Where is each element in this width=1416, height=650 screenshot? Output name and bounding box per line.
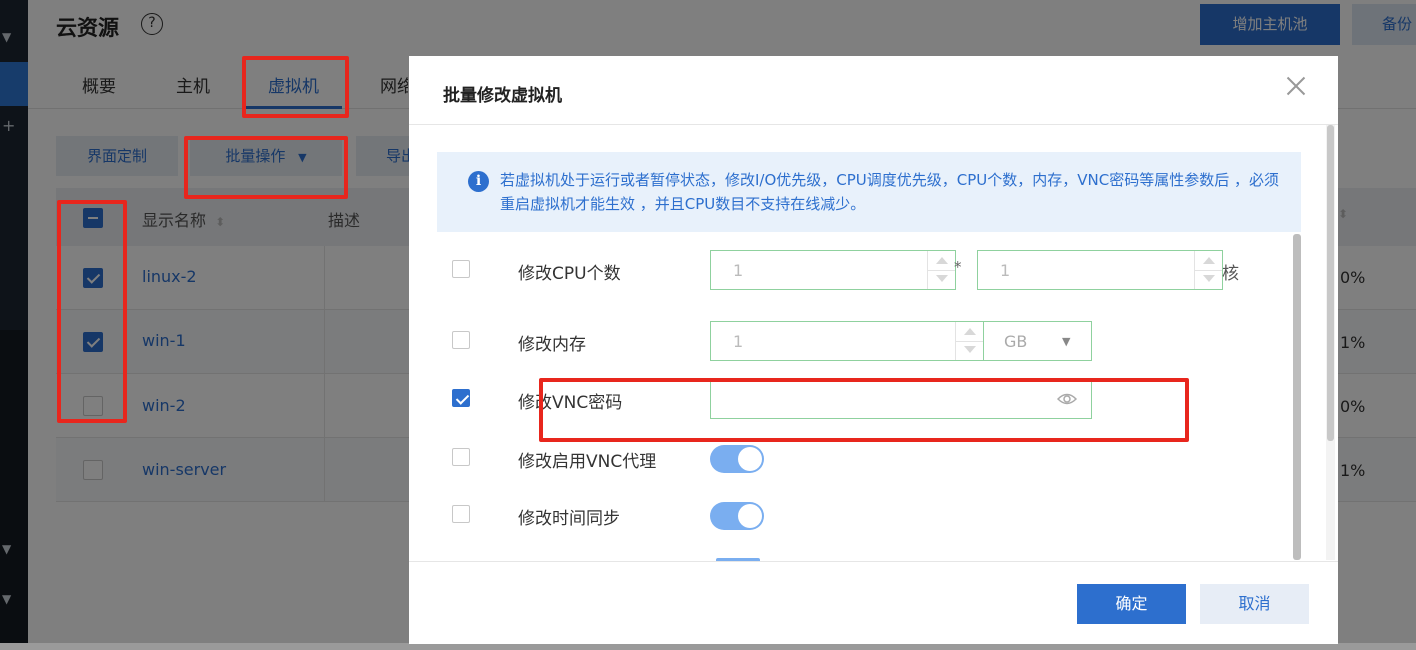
cpu-sockets-input[interactable]: 1 xyxy=(710,250,956,290)
annotation-highlight xyxy=(242,56,349,118)
chevron-down-icon: ▼ xyxy=(1062,335,1071,348)
memory-input[interactable]: 1 xyxy=(710,321,984,361)
info-icon: i xyxy=(468,171,489,192)
cpu-sockets-value: 1 xyxy=(733,261,744,280)
dialog-title: 批量修改虚拟机 xyxy=(443,86,562,106)
memory-value: 1 xyxy=(733,332,744,351)
close-icon[interactable] xyxy=(1284,74,1308,98)
info-notice-text: 若虚拟机处于运行或者暂停状态，修改I/O优先级，CPU调度优先级，CPU个数，内… xyxy=(500,171,1280,213)
confirm-button[interactable]: 确定 xyxy=(1077,584,1186,624)
cpu-cores-input[interactable]: 1 xyxy=(977,250,1223,290)
dialog-divider xyxy=(409,124,1338,125)
modify-cpu-label: 修改CPU个数 xyxy=(518,264,621,284)
cpu-cores-value: 1 xyxy=(1000,261,1011,280)
modify-cpu-checkbox[interactable] xyxy=(452,260,470,278)
modify-memory-checkbox[interactable] xyxy=(452,331,470,349)
modify-vnc-password-checkbox[interactable] xyxy=(452,389,470,407)
cpu-sockets-stepper[interactable] xyxy=(927,251,955,289)
modify-time-sync-checkbox[interactable] xyxy=(452,505,470,523)
modify-time-sync-label: 修改时间同步 xyxy=(518,509,620,529)
modify-vnc-proxy-label: 修改启用VNC代理 xyxy=(518,452,657,472)
multiply-sign: * xyxy=(954,258,962,276)
time-sync-toggle[interactable] xyxy=(710,502,764,530)
form-scrollbar[interactable] xyxy=(1293,234,1301,560)
modify-memory-label: 修改内存 xyxy=(518,335,586,355)
annotation-highlight xyxy=(539,378,1189,442)
annotation-highlight xyxy=(57,200,127,423)
memory-stepper[interactable] xyxy=(955,322,983,360)
cpu-cores-stepper[interactable] xyxy=(1194,251,1222,289)
memory-unit-select[interactable]: GB ▼ xyxy=(983,321,1092,361)
annotation-highlight xyxy=(184,136,348,199)
memory-unit-value: GB xyxy=(1004,332,1028,351)
dialog-scrollbar-thumb[interactable] xyxy=(1327,125,1334,441)
bottom-strip xyxy=(0,643,1416,650)
vnc-proxy-toggle[interactable] xyxy=(710,445,764,473)
dialog-footer-divider xyxy=(409,561,1338,562)
cpu-unit-label: 核 xyxy=(1222,264,1239,284)
modify-vnc-proxy-checkbox[interactable] xyxy=(452,448,470,466)
cancel-button[interactable]: 取消 xyxy=(1200,584,1309,624)
